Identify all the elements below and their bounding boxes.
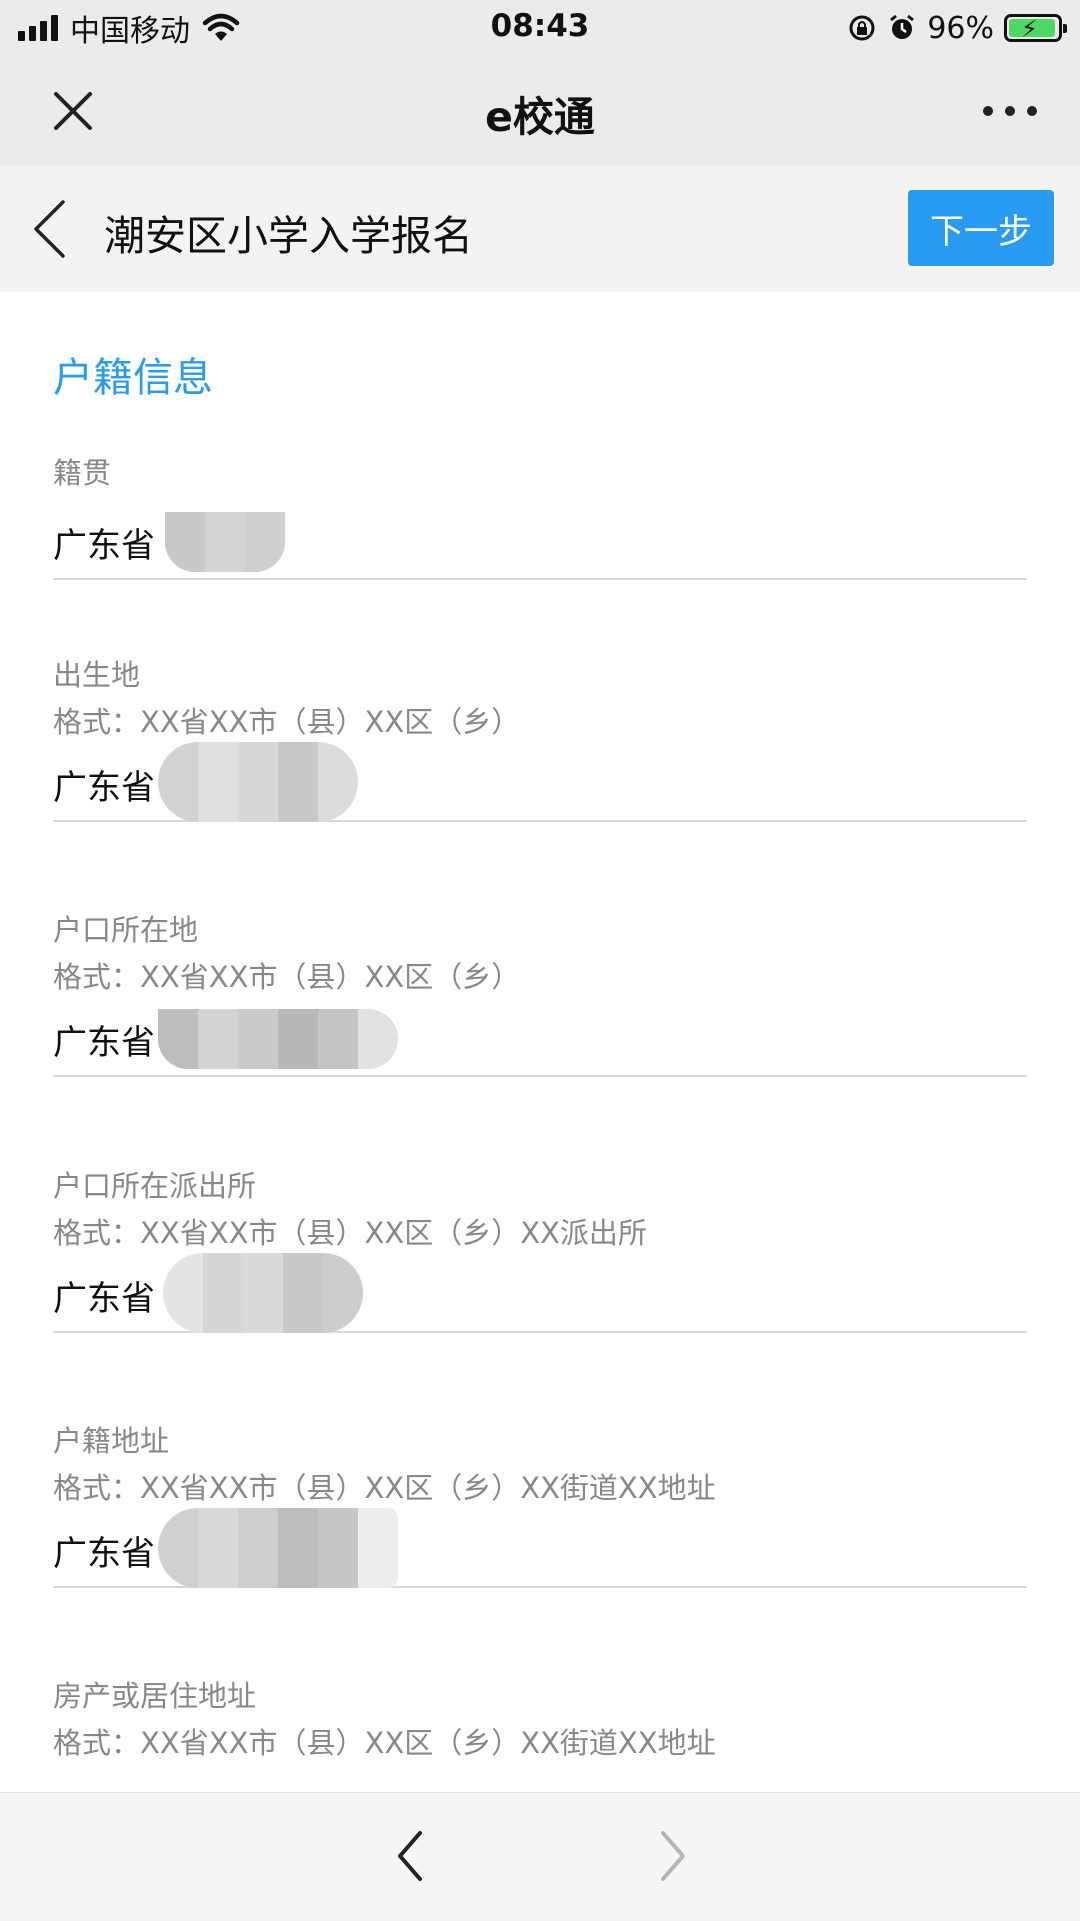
status-bar: 中国移动 08:43 96% ⚡ — [0, 0, 1080, 56]
police-station-input[interactable]: 广东省 — [53, 1253, 1027, 1333]
field-residence-address: 房产或居住地址 格式：XX省XX市（县）XX区（乡）XX街道XX地址 — [53, 1675, 1027, 1769]
form-content: 户籍信息 籍贯 广东省 出生地 格式：XX省XX市（县）XX区（乡） 广东省 户… — [0, 292, 1080, 1792]
nav-forward-icon[interactable] — [655, 1827, 691, 1885]
field-value: 广东省 — [53, 1533, 155, 1574]
field-hint: 格式：XX省XX市（县）XX区（乡）XX派出所 — [53, 1216, 647, 1250]
redacted-mosaic — [158, 1508, 398, 1588]
battery-icon: ⚡ — [1004, 14, 1067, 43]
status-right: 96% ⚡ — [847, 8, 1067, 48]
redacted-mosaic — [158, 742, 358, 822]
field-hint: 格式：XX省XX市（县）XX区（乡）XX街道XX地址 — [53, 1726, 716, 1760]
redacted-mosaic — [163, 1253, 363, 1333]
field-household-address: 户籍地址 格式：XX省XX市（县）XX区（乡）XX街道XX地址 广东省 — [53, 1420, 1027, 1588]
birthplace-input[interactable]: 广东省 — [53, 742, 1027, 822]
charging-bolt-icon: ⚡ — [1021, 15, 1038, 43]
field-label: 户口所在派出所 — [53, 1169, 257, 1203]
field-label: 房产或居住地址 — [53, 1679, 257, 1713]
native-place-input[interactable]: 广东省 — [53, 506, 1027, 580]
household-location-input[interactable]: 广东省 — [53, 1003, 1027, 1077]
chevron-left-icon[interactable] — [30, 198, 70, 260]
field-hint: 格式：XX省XX市（县）XX区（乡）XX街道XX地址 — [53, 1471, 716, 1505]
alarm-icon — [890, 14, 915, 39]
more-icon[interactable] — [980, 96, 1040, 126]
field-label: 户口所在地 — [53, 913, 199, 947]
page-title: 潮安区小学入学报名 — [104, 212, 473, 260]
orientation-lock-icon — [849, 15, 875, 41]
next-step-button[interactable]: 下一步 — [908, 190, 1054, 266]
field-value: 广东省 — [53, 767, 155, 808]
household-address-input[interactable]: 广东省 — [53, 1508, 1027, 1588]
field-household-location: 户口所在地 格式：XX省XX市（县）XX区（乡） 广东省 — [53, 909, 1027, 1077]
field-hint: 格式：XX省XX市（县）XX区（乡） — [53, 705, 521, 739]
bottom-nav-bar — [0, 1792, 1080, 1921]
redacted-mosaic — [165, 512, 285, 572]
page-header: 潮安区小学入学报名 下一步 — [0, 166, 1080, 292]
app-title: e校通 — [485, 93, 595, 141]
field-police-station: 户口所在派出所 格式：XX省XX市（县）XX区（乡）XX派出所 广东省 — [53, 1165, 1027, 1333]
field-hint: 格式：XX省XX市（县）XX区（乡） — [53, 960, 521, 994]
field-value: 广东省 — [53, 1278, 155, 1319]
section-title: 户籍信息 — [53, 355, 213, 401]
field-label: 出生地 — [53, 658, 141, 692]
field-label: 籍贯 — [53, 456, 112, 490]
field-birthplace: 出生地 格式：XX省XX市（县）XX区（乡） 广东省 — [53, 654, 1027, 822]
nav-back-icon[interactable] — [392, 1827, 428, 1885]
field-value: 广东省 — [53, 1022, 155, 1063]
redacted-mosaic — [158, 1009, 398, 1069]
field-value: 广东省 — [53, 525, 155, 566]
field-label: 户籍地址 — [53, 1424, 170, 1458]
field-native-place: 籍贯 广东省 — [53, 452, 1027, 580]
wechat-title-bar: e校通 — [0, 56, 1080, 166]
battery-percent: 96% — [927, 10, 994, 46]
